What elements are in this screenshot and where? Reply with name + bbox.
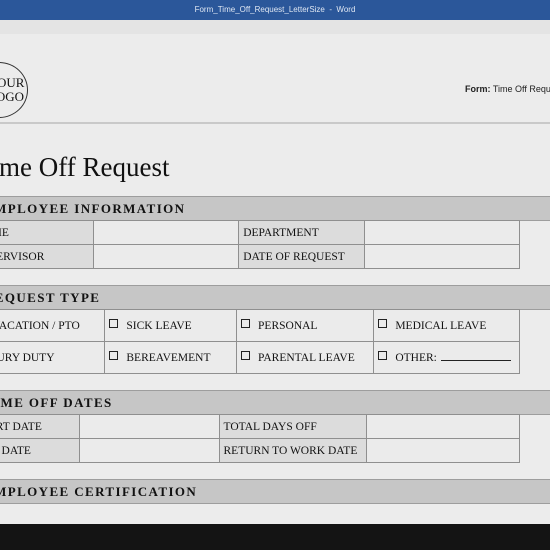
option-other[interactable]: OTHER: — [373, 341, 520, 374]
employee-info-table: NAME DEPARTMENT SUPERVISOR DATE OF REQUE… — [0, 220, 520, 269]
table-row: START DATE TOTAL DAYS OFF — [0, 414, 520, 439]
ruler — [0, 20, 550, 35]
option-medical-leave[interactable]: MEDICAL LEAVE — [373, 309, 520, 342]
other-blank-line[interactable] — [440, 360, 511, 361]
logo-line-1: YOUR — [0, 75, 25, 90]
total-days-field[interactable] — [366, 414, 520, 439]
option-parental-leave[interactable]: PARENTAL LEAVE — [236, 341, 375, 374]
supervisor-field[interactable] — [92, 244, 240, 269]
option-label: PARENTAL LEAVE — [258, 352, 355, 364]
form-label-value: Time Off Request — [492, 84, 550, 94]
section-header-time-off-dates: TIME OFF DATES — [0, 390, 550, 415]
name-field[interactable] — [92, 220, 240, 245]
checkbox-icon[interactable] — [378, 319, 388, 328]
name-label: NAME — [0, 220, 94, 245]
document-page: YOUR LOGO Form: Time Off Request Time Of… — [0, 34, 550, 524]
document-title: Time Off Request — [0, 152, 170, 182]
checkbox-icon[interactable] — [109, 351, 119, 360]
option-label: OTHER: — [395, 352, 437, 364]
option-label: JURY DUTY — [0, 352, 55, 364]
department-label: DEPARTMENT — [238, 220, 366, 245]
date-of-request-label: DATE OF REQUEST — [238, 244, 366, 269]
section-header-employee-certification: EMPLOYEE CERTIFICATION — [0, 479, 550, 504]
section-header-request-type: REQUEST TYPE — [0, 285, 550, 310]
department-field[interactable] — [364, 220, 520, 245]
start-date-label: START DATE — [0, 414, 81, 439]
window-title: Form_Time_Off_Request_LetterSize - Word — [0, 0, 550, 20]
date-of-request-field[interactable] — [364, 244, 520, 269]
taskbar — [0, 524, 550, 550]
section-title: EMPLOYEE CERTIFICATION — [0, 484, 198, 499]
table-row: VACATION / PTO SICK LEAVE PERSONAL MEDIC… — [0, 309, 520, 342]
option-label: PERSONAL — [258, 320, 318, 332]
option-vacation[interactable]: VACATION / PTO — [0, 309, 106, 342]
table-row: NAME DEPARTMENT — [0, 220, 520, 245]
option-personal[interactable]: PERSONAL — [236, 309, 375, 342]
logo-placeholder: YOUR LOGO — [0, 62, 28, 118]
option-jury-duty[interactable]: JURY DUTY — [0, 341, 106, 374]
end-date-field[interactable] — [79, 438, 220, 463]
section-title: TIME OFF DATES — [0, 395, 113, 410]
option-label: SICK LEAVE — [126, 320, 192, 332]
checkbox-icon[interactable] — [109, 319, 119, 328]
return-date-label: RETURN TO WORK DATE — [218, 438, 368, 463]
table-row: SUPERVISOR DATE OF REQUEST — [0, 244, 520, 269]
request-type-table: VACATION / PTO SICK LEAVE PERSONAL MEDIC… — [0, 309, 520, 374]
checkbox-icon[interactable] — [241, 319, 251, 328]
table-row: END DATE RETURN TO WORK DATE — [0, 438, 520, 463]
table-row: JURY DUTY BEREAVEMENT PARENTAL LEAVE OTH… — [0, 341, 520, 374]
header-divider — [0, 122, 550, 124]
time-off-dates-table: START DATE TOTAL DAYS OFF END DATE RETUR… — [0, 414, 520, 463]
option-label: MEDICAL LEAVE — [395, 320, 487, 332]
logo-line-2: LOGO — [0, 89, 25, 104]
total-days-label: TOTAL DAYS OFF — [218, 414, 368, 439]
checkbox-icon[interactable] — [378, 351, 388, 360]
option-bereavement[interactable]: BEREAVEMENT — [104, 341, 238, 374]
checkbox-icon[interactable] — [241, 351, 251, 360]
section-title: REQUEST TYPE — [0, 290, 101, 305]
supervisor-label: SUPERVISOR — [0, 244, 94, 269]
form-label-prefix: Form: — [465, 84, 491, 94]
section-title: EMPLOYEE INFORMATION — [0, 201, 186, 216]
start-date-field[interactable] — [79, 414, 220, 439]
option-sick-leave[interactable]: SICK LEAVE — [104, 309, 238, 342]
return-date-field[interactable] — [366, 438, 520, 463]
section-header-employee-information: EMPLOYEE INFORMATION — [0, 196, 550, 221]
form-label: Form: Time Off Request — [465, 84, 550, 94]
end-date-label: END DATE — [0, 438, 81, 463]
option-label: BEREAVEMENT — [126, 352, 211, 364]
option-label: VACATION / PTO — [0, 320, 80, 332]
